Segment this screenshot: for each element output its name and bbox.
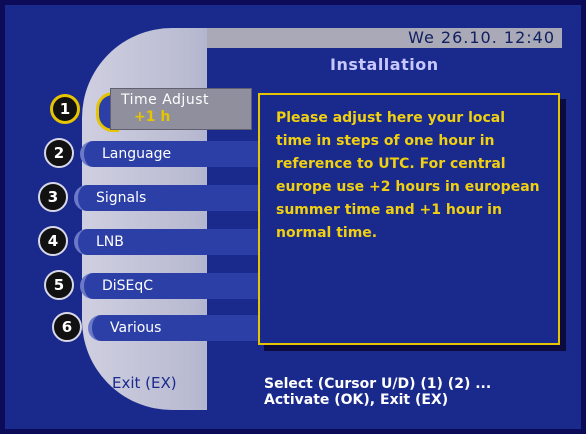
- instructions-line-1: Select (Cursor U/D) (1) (2) ...: [264, 376, 492, 392]
- instructions: Select (Cursor U/D) (1) (2) ... Activate…: [264, 376, 491, 408]
- instructions-line-2: Activate (OK), Exit (EX): [264, 392, 449, 408]
- time-adjust-value: +1 h: [134, 109, 171, 125]
- time-adjust-label: Time Adjust: [121, 92, 209, 108]
- page-title: Installation: [330, 55, 439, 74]
- menu-label-lnb: LNB: [74, 229, 259, 255]
- menu-label-diseqc: DiSEqC: [80, 273, 265, 299]
- menu-number-5: 5: [44, 270, 74, 300]
- menu-number-1: 1: [50, 94, 80, 124]
- back-arrows-icon[interactable]: ◀◀: [104, 394, 127, 418]
- datetime-display: We 26.10. 12:40: [408, 28, 555, 47]
- menu-label-language: Language: [80, 141, 265, 167]
- help-panel: Please adjust here your local time in st…: [258, 93, 560, 345]
- menu-number-3: 3: [38, 182, 68, 212]
- menu-label-various: Various: [88, 315, 273, 341]
- menu-number-6: 6: [52, 312, 82, 342]
- exit-button[interactable]: Exit (EX): [112, 374, 177, 392]
- menu-number-4: 4: [38, 226, 68, 256]
- menu-number-2: 2: [44, 138, 74, 168]
- time-adjust-box[interactable]: Time Adjust +1 h: [110, 88, 252, 130]
- menu-label-signals: Signals: [74, 185, 259, 211]
